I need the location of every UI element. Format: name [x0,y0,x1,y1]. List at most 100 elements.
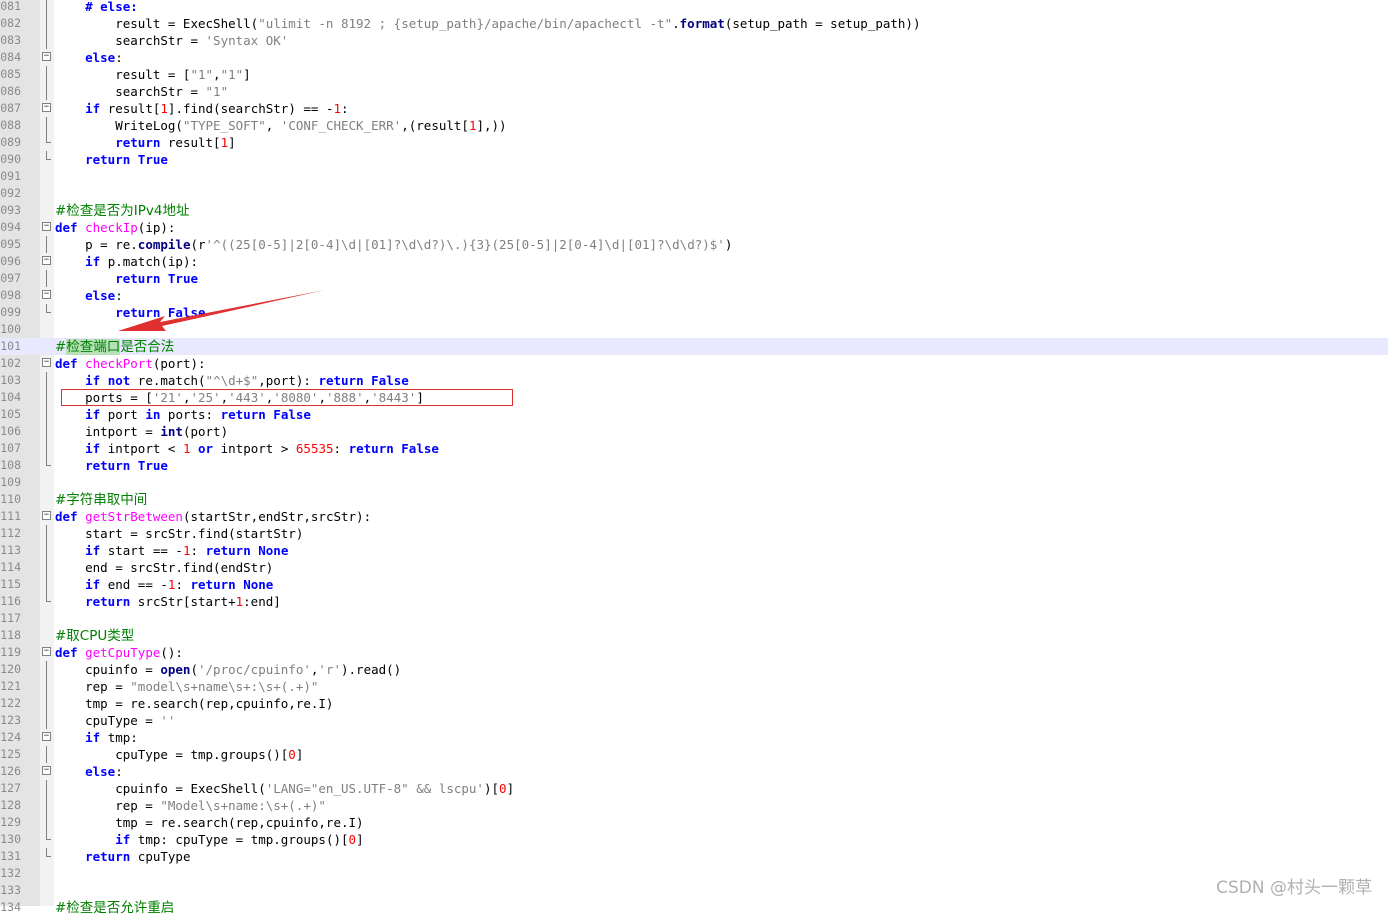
code-line[interactable]: 083 searchStr = 'Syntax OK' [0,32,1388,49]
line-number: 124 [0,730,21,744]
code-line[interactable]: 102 − def checkPort(port): [0,355,1388,372]
code-line[interactable]: 132 [0,865,1388,882]
code-line[interactable]: 106 intport = int(port) [0,423,1388,440]
code-line[interactable]: 131 return cpuType [0,848,1388,865]
fold-toggle-icon[interactable]: − [42,358,51,367]
code-line[interactable]: 093 #检查是否为IPv4地址 [0,202,1388,219]
code-line[interactable]: 125 cpuType = tmp.groups()[0] [0,746,1388,763]
code-line[interactable]: 082 result = ExecShell("ulimit -n 8192 ;… [0,15,1388,32]
line-number: 134 [0,900,21,914]
fold-toggle-icon[interactable]: − [42,511,51,520]
code-line[interactable]: 101 #检查端口是否合法 [0,338,1388,355]
code-text: def getStrBetween(startStr,endStr,srcStr… [55,509,372,524]
code-line[interactable]: 118 #取CPU类型 [0,627,1388,644]
code-line[interactable]: 098 − else: [0,287,1388,304]
code-line[interactable]: 109 [0,474,1388,491]
code-line[interactable]: 128 rep = "Model\s+name:\s+(.+)" [0,797,1388,814]
code-text: searchStr = 'Syntax OK' [55,33,289,48]
line-number: 128 [0,798,21,812]
code-line[interactable]: 091 [0,168,1388,185]
code-line[interactable]: 122 tmp = re.search(rep,cpuinfo,re.I) [0,695,1388,712]
code-line[interactable]: 127 cpuinfo = ExecShell('LANG="en_US.UTF… [0,780,1388,797]
code-line[interactable]: 115 if end == -1: return None [0,576,1388,593]
code-line[interactable]: 117 [0,610,1388,627]
code-line[interactable]: 114 end = srcStr.find(endStr) [0,559,1388,576]
code-line[interactable]: 123 cpuType = '' [0,712,1388,729]
code-line[interactable]: 095 p = re.compile(r'^((25[0-5]|2[0-4]\d… [0,236,1388,253]
line-number: 114 [0,560,21,574]
line-number: 103 [0,373,21,387]
highlight-box-annotation [61,389,513,406]
code-line[interactable]: 097 return True [0,270,1388,287]
code-line[interactable]: 108 return True [0,457,1388,474]
fold-toggle-icon[interactable]: − [42,290,51,299]
code-line[interactable]: 111 − def getStrBetween(startStr,endStr,sr… [0,508,1388,525]
code-line[interactable]: 112 start = srcStr.find(startStr) [0,525,1388,542]
line-number: 099 [0,305,21,319]
fold-toggle-icon[interactable]: − [42,766,51,775]
code-text: return result[1] [115,135,236,150]
code-line[interactable]: 089 return result[1] [0,134,1388,151]
code-text: WriteLog("TYPE_SOFT", 'CONF_CHECK_ERR',(… [55,118,507,133]
code-text: if not re.match("^\d+$",port): return Fa… [85,373,409,388]
code-text: if tmp: [85,730,138,745]
fold-guide [46,32,47,49]
code-text: result = ["1","1"] [55,67,251,82]
fold-guide [46,440,47,457]
code-text: p = re.compile(r'^((25[0-5]|2[0-4]\d|[01… [55,237,733,252]
code-line[interactable]: 100 [0,321,1388,338]
fold-toggle-icon[interactable]: − [42,52,51,61]
code-text: tmp = re.search(rep,cpuinfo,re.I) [55,815,364,830]
line-number: 109 [0,475,21,489]
code-line[interactable]: 120 cpuinfo = open('/proc/cpuinfo','r').… [0,661,1388,678]
code-line[interactable]: 107 if intport < 1 or intport > 65535: r… [0,440,1388,457]
line-number: 088 [0,118,21,132]
code-line[interactable]: 126 − else: [0,763,1388,780]
code-editor[interactable]: 081 # else: 082 result = ExecShell("ulimi… [0,0,1388,916]
code-line[interactable]: 133 [0,882,1388,899]
fold-toggle-icon[interactable]: − [42,256,51,265]
code-text: return True [85,458,168,473]
code-line[interactable]: 088 WriteLog("TYPE_SOFT", 'CONF_CHECK_ER… [0,117,1388,134]
code-line[interactable]: 090 return True [0,151,1388,168]
code-line[interactable]: 134 #检查是否允许重启 [0,899,1388,916]
code-line[interactable]: 081 # else: [0,0,1388,15]
fold-toggle-icon[interactable]: − [42,222,51,231]
code-line[interactable]: 099 return False [0,304,1388,321]
code-line[interactable]: 087 − if result[1].find(searchStr) == -1: [0,100,1388,117]
code-line[interactable]: 129 tmp = re.search(rep,cpuinfo,re.I) [0,814,1388,831]
code-line[interactable]: 124 − if tmp: [0,729,1388,746]
code-line[interactable]: 121 rep = "model\s+name\s+:\s+(.+)" [0,678,1388,695]
code-text: # else: [85,0,138,14]
code-line[interactable]: 094 − def checkIp(ip): [0,219,1388,236]
code-text: end = srcStr.find(endStr) [55,560,274,575]
code-line[interactable]: 084 − else: [0,49,1388,66]
code-line[interactable]: 086 searchStr = "1" [0,83,1388,100]
fold-toggle-icon[interactable]: − [42,103,51,112]
code-line[interactable]: 096 − if p.match(ip): [0,253,1388,270]
fold-guide [46,83,47,100]
fold-guide [46,406,47,423]
code-line[interactable]: 110 #字符串取中间 [0,491,1388,508]
code-line[interactable]: 113 if start == -1: return None [0,542,1388,559]
code-text: searchStr = "1" [55,84,229,99]
code-line[interactable]: 092 [0,185,1388,202]
code-text: result = ExecShell("ulimit -n 8192 ; {se… [55,16,921,31]
code-text: return srcStr[start+1:end] [85,594,281,609]
code-text: #检查是否允许重启 [55,900,175,916]
code-line[interactable]: 130 if tmp: cpuType = tmp.groups()[0] [0,831,1388,848]
line-number: 096 [0,254,21,268]
code-line[interactable]: 119 − def getCpuType(): [0,644,1388,661]
fold-toggle-icon[interactable]: − [42,647,51,656]
line-number: 106 [0,424,21,438]
code-line[interactable]: 116 return srcStr[start+1:end] [0,593,1388,610]
fold-guide [46,712,47,729]
line-number: 112 [0,526,21,540]
code-line[interactable]: 105 if port in ports: return False [0,406,1388,423]
fold-guide [46,559,47,576]
fold-toggle-icon[interactable]: − [42,732,51,741]
fold-guide [46,66,47,83]
code-line[interactable]: 085 result = ["1","1"] [0,66,1388,83]
fold-guide [46,678,47,695]
code-line[interactable]: 103 if not re.match("^\d+$",port): retur… [0,372,1388,389]
